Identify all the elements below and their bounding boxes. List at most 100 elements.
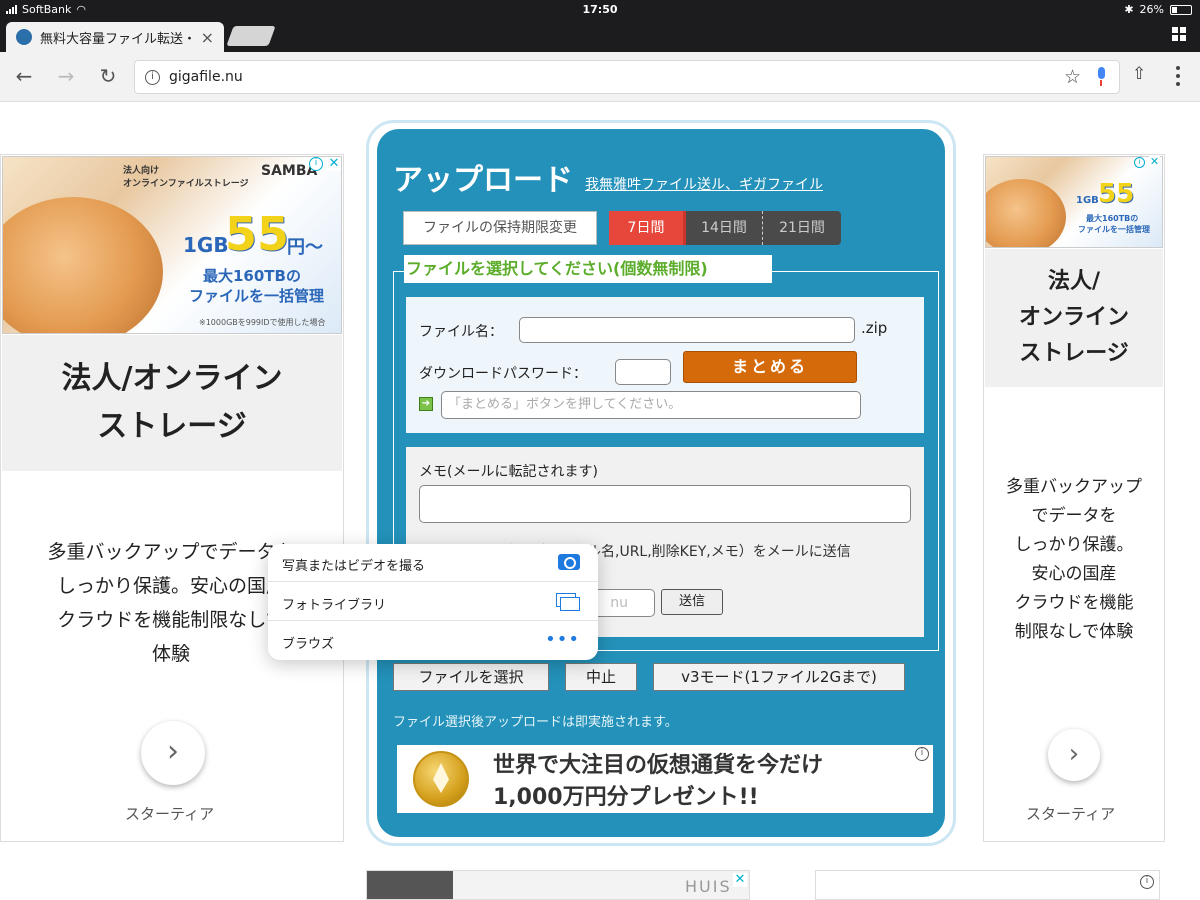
voice-search-icon[interactable] — [1095, 67, 1107, 87]
ad-next-button[interactable]: › — [1048, 729, 1100, 781]
camera-icon — [558, 554, 580, 570]
battery-icon — [1170, 4, 1192, 15]
cat-image — [3, 197, 163, 333]
ad-body-line: クラウドを機能 — [1014, 593, 1134, 613]
ad-banner-line1: 最大160TBの — [1086, 214, 1139, 223]
take-photo-option[interactable]: 写真またはビデオを撮る — [268, 544, 598, 582]
ad-headline-line2: ストレージ — [97, 409, 247, 444]
memo-input[interactable] — [419, 485, 911, 523]
password-input[interactable] — [615, 359, 671, 385]
ad-body-text: 多重バックアップ でデータを しっかり保護。 安心の国産 クラウドを機能 制限な… — [988, 473, 1160, 647]
browse-option[interactable]: ブラウズ ••• — [268, 622, 598, 660]
forward-button[interactable]: → — [52, 62, 80, 90]
ad-headline-line: ストレージ — [1019, 341, 1129, 366]
bottom-ad-left[interactable]: HUIS i ✕ — [366, 870, 750, 900]
matome-result-input[interactable]: 「まとめる」ボタンを押してください。 — [441, 391, 861, 419]
stop-button[interactable]: 中止 — [565, 663, 637, 691]
upload-panel-body: アップロード 我無雅吽ファイル送ル、ギガファイル ファイルの保持期限変更 7日間… — [377, 129, 945, 837]
photo-library-option[interactable]: フォトライブラリ — [268, 583, 598, 621]
ad-banner-1gb: 1GB — [183, 233, 229, 257]
back-button[interactable]: ← — [10, 62, 38, 90]
ad-banner-small: 法人向け オンラインファイルストレージ — [123, 166, 249, 189]
filename-input[interactable] — [519, 317, 855, 343]
ad-banner-note: ※1000GBを999IDで使用した場合 — [199, 318, 326, 327]
ad-close-icon[interactable]: ✕ — [1149, 156, 1160, 167]
ad-headline: 法人/ オンライン ストレージ — [985, 249, 1163, 387]
active-tab[interactable]: 無料大容量ファイル転送・ × — [6, 22, 224, 52]
reload-button[interactable]: ↻ — [94, 62, 122, 90]
ad-headline-line1: 法人/オンライン — [61, 361, 283, 396]
adchoices-icon[interactable]: i — [915, 747, 929, 761]
upload-note: ファイル選択後アップロードは即実施されます。 — [393, 715, 678, 730]
browse-label: ブラウズ — [282, 637, 335, 652]
site-info-icon[interactable]: i — [145, 70, 160, 85]
select-file-button[interactable]: ファイルを選択 — [393, 663, 549, 691]
ad-banner-line1: 最大160TBの — [203, 267, 301, 285]
overflow-menu-icon[interactable] — [1176, 66, 1180, 86]
remote-control-image — [367, 871, 453, 899]
ad-banner-image[interactable]: 55 1GB 最大160TBの ファイルを一括管理 — [985, 156, 1163, 248]
ad-body-line: しっかり保護。 — [1014, 535, 1134, 555]
tab-title: 無料大容量ファイル転送・ — [40, 31, 195, 47]
retention-14-days[interactable]: 14日間 — [686, 211, 763, 245]
battery-percent: 26% — [1139, 3, 1164, 16]
status-bar: SoftBank ◠ 17:50 ✱ 26% — [0, 0, 1200, 18]
new-tab-button[interactable] — [226, 26, 276, 46]
adchoices-icon[interactable]: i — [309, 157, 323, 171]
take-photo-label: 写真またはビデオを撮る — [282, 559, 426, 574]
ad-banner-yen: 円～ — [287, 237, 323, 258]
close-tab-icon[interactable]: × — [201, 28, 214, 47]
cat-image — [986, 179, 1066, 247]
ad-close-icon[interactable]: ✕ — [327, 157, 341, 171]
ethereum-coin-icon — [413, 751, 469, 807]
ad-body-line: でデータを — [1031, 506, 1117, 526]
crypto-ad-line1: 世界で大注目の仮想通貨を今だけ — [493, 753, 824, 778]
ad-banner-55: 55 — [225, 207, 290, 261]
send-button[interactable]: 送信 — [661, 589, 723, 615]
file-source-popover: 写真またはビデオを撮る フォトライブラリ ブラウズ ••• — [268, 544, 598, 660]
ad-headline: 法人/オンライン ストレージ — [2, 335, 342, 471]
ad-brand: スターティア — [1026, 805, 1116, 823]
ad-banner-1gb: 1GB — [1076, 195, 1099, 206]
ad-close-icon[interactable]: ✕ — [733, 873, 747, 887]
crypto-ad-banner[interactable]: 世界で大注目の仮想通貨を今だけ 1,000万円分プレゼント!! i — [397, 745, 933, 813]
matome-button[interactable]: まとめる — [683, 351, 857, 383]
browser-toolbar: ← → ↻ i gigafile.nu ☆ ⇧ — [0, 52, 1200, 102]
photo-library-icon — [556, 593, 580, 611]
ad-banner-line2: ファイルを一括管理 — [189, 287, 325, 305]
ad-body-line: 制限なしで体験 — [1014, 622, 1134, 642]
photo-library-label: フォトライブラリ — [282, 598, 387, 613]
fieldset-legend: ファイルを選択してください(個数無制限) — [404, 255, 772, 283]
more-dots-icon: ••• — [545, 629, 580, 650]
ad-banner-image[interactable]: 法人向け オンラインファイルストレージ SAMBA 1GB 55 円～ 最大16… — [2, 156, 342, 334]
left-ad[interactable]: 法人向け オンラインファイルストレージ SAMBA 1GB 55 円～ 最大16… — [0, 154, 344, 842]
tab-switcher-icon[interactable] — [1172, 27, 1186, 41]
url-text[interactable]: gigafile.nu — [169, 69, 243, 85]
favicon-icon — [16, 29, 32, 45]
arrow-right-icon: ➔ — [419, 397, 433, 411]
ad-body-line: 安心の国産 — [1031, 564, 1117, 584]
clock: 17:50 — [582, 3, 618, 16]
ad-next-button[interactable]: › — [141, 721, 205, 785]
bluetooth-icon: ✱ — [1124, 3, 1134, 16]
password-label: ダウンロードパスワード： — [419, 366, 587, 382]
upload-panel: アップロード 我無雅吽ファイル送ル、ギガファイル ファイルの保持期限変更 7日間… — [366, 120, 956, 846]
memo-label: メモ(メールに転記されます) — [419, 464, 598, 480]
address-bar[interactable]: i gigafile.nu ☆ — [134, 60, 1120, 94]
retention-21-days[interactable]: 21日間 — [763, 211, 841, 245]
retention-7-days[interactable]: 7日間 — [609, 211, 686, 245]
right-ad[interactable]: 55 1GB 最大160TBの ファイルを一括管理 i ✕ 法人/ オンライン … — [983, 154, 1165, 842]
crypto-ad-line2: 1,000万円分プレゼント!! — [493, 785, 759, 810]
zip-suffix: .zip — [861, 319, 888, 337]
retention-change-button[interactable]: ファイルの保持期限変更 — [403, 211, 597, 245]
bottom-ad-right[interactable]: i — [815, 870, 1160, 900]
adchoices-icon[interactable]: i — [1134, 157, 1145, 168]
share-icon[interactable]: ⇧ — [1132, 64, 1146, 84]
ad-banner-55: 55 — [1098, 179, 1135, 209]
v3-mode-button[interactable]: v3モード(1ファイル2Gまで) — [653, 663, 905, 691]
site-tagline-link[interactable]: 我無雅吽ファイル送ル、ギガファイル — [585, 174, 823, 194]
adchoices-icon[interactable]: i — [1140, 875, 1154, 889]
huis-logo: HUIS — [685, 877, 732, 896]
bookmark-star-icon[interactable]: ☆ — [1064, 66, 1081, 88]
ad-headline-line: 法人/ — [1047, 269, 1101, 294]
